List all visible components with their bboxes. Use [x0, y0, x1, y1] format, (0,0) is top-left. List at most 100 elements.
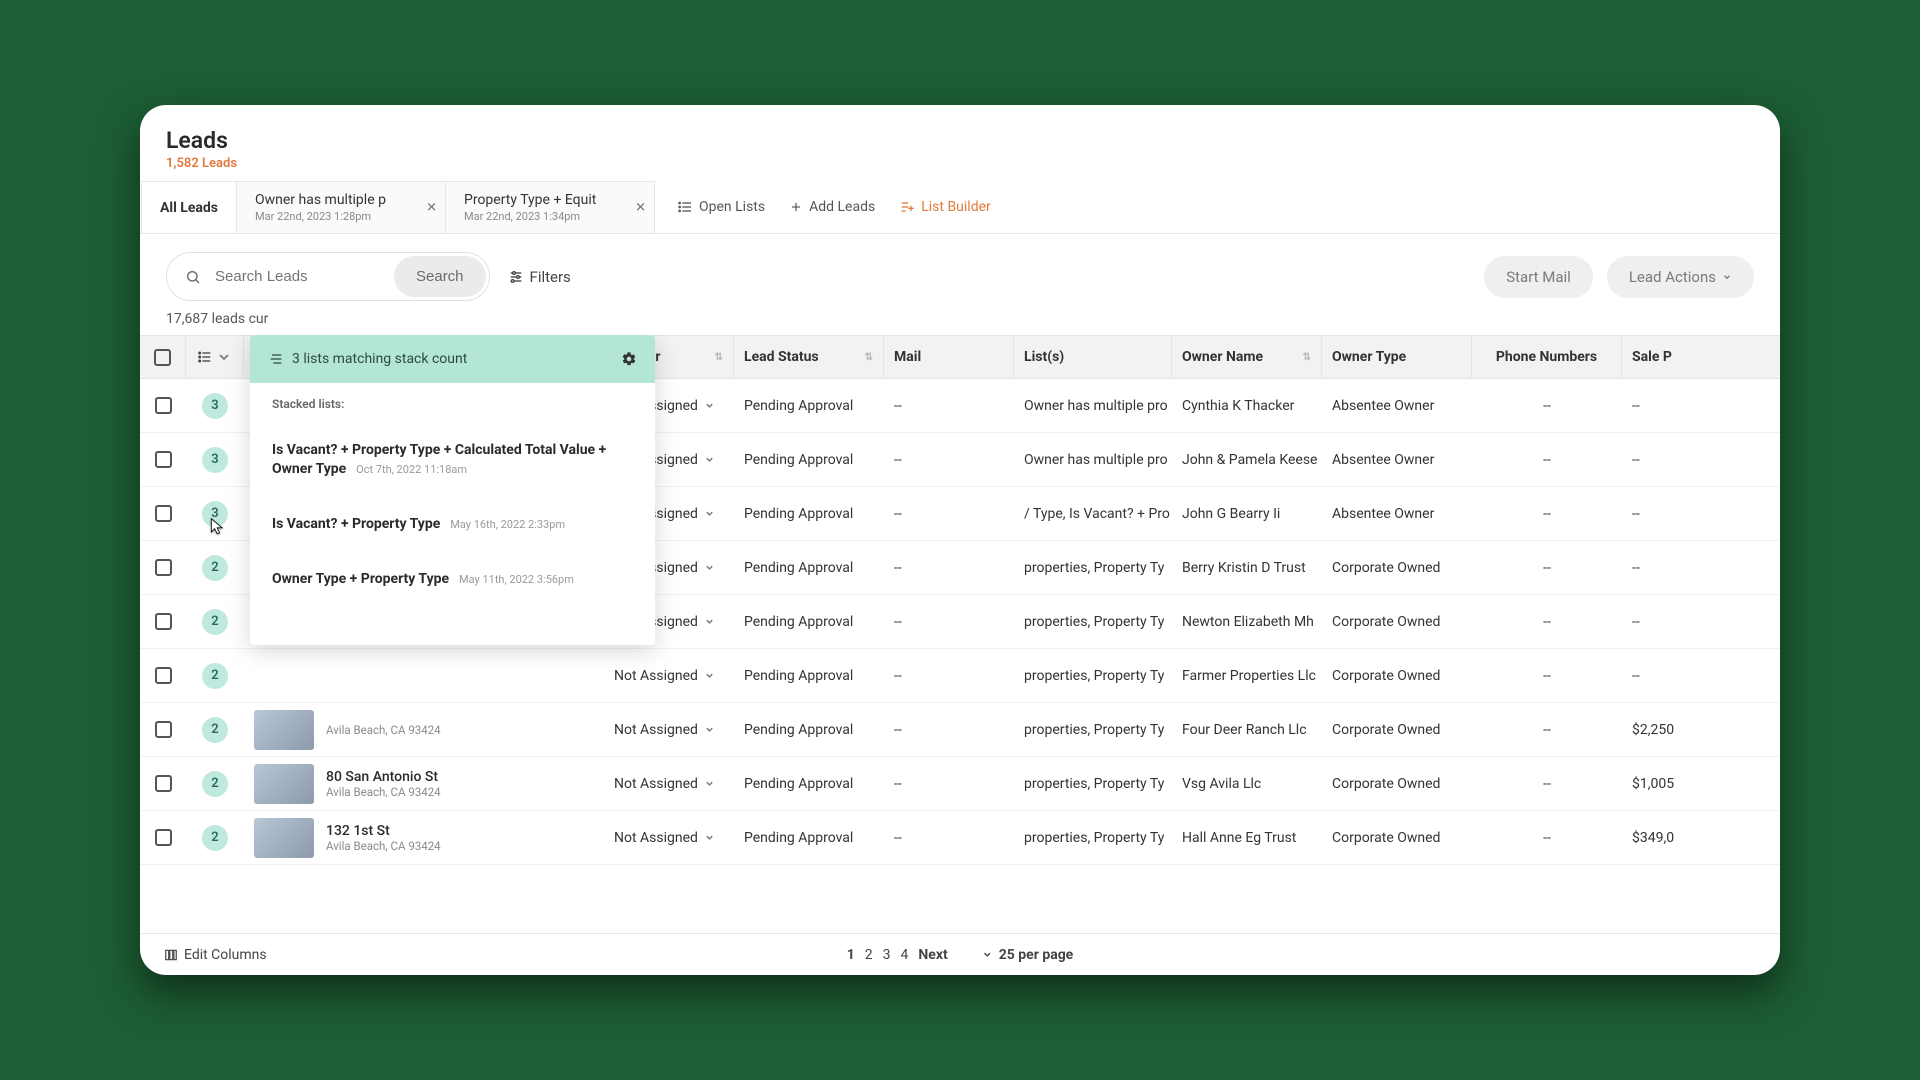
sale-value: $1,005	[1632, 776, 1674, 792]
stack-badge[interactable]: 2	[202, 609, 228, 635]
table-row[interactable]: 2 132 1st StAvila Beach, CA 93424 Not As…	[140, 811, 1780, 865]
col-phone[interactable]: Phone Numbers	[1496, 349, 1597, 365]
page-2[interactable]: 2	[865, 947, 873, 963]
search-button[interactable]: Search	[394, 256, 486, 297]
sale-value: $349,0	[1632, 830, 1674, 846]
start-mail-button[interactable]: Start Mail	[1484, 256, 1593, 298]
sort-icon[interactable]: ⇅	[715, 352, 723, 363]
table-row[interactable]: 2 Avila Beach, CA 93424 Not Assigned Pen…	[140, 703, 1780, 757]
row-checkbox[interactable]	[155, 667, 172, 684]
list-icon	[268, 351, 284, 367]
stack-column-header[interactable]	[197, 349, 232, 365]
owner-type-value: Corporate Owned	[1332, 776, 1440, 792]
open-lists-action[interactable]: Open Lists	[677, 199, 765, 215]
tab-2[interactable]: Property Type + Equit Mar 22nd, 2023 1:3…	[445, 181, 655, 233]
edit-columns-button[interactable]: Edit Columns	[164, 947, 267, 963]
pagination: 1 2 3 4 Next 25 per page	[847, 947, 1074, 963]
chevron-down-icon[interactable]	[704, 616, 715, 627]
row-checkbox[interactable]	[155, 829, 172, 846]
stack-badge[interactable]: 2	[202, 825, 228, 851]
col-lead-status[interactable]: Lead Status	[744, 349, 819, 365]
stack-badge[interactable]: 2	[202, 555, 228, 581]
stack-badge[interactable]: 2	[202, 663, 228, 689]
list-icon	[197, 349, 213, 365]
tab-0[interactable]: All Leads	[141, 181, 237, 233]
tab-1[interactable]: Owner has multiple p Mar 22nd, 2023 1:28…	[236, 181, 446, 233]
row-checkbox[interactable]	[155, 505, 172, 522]
property-city: Avila Beach, CA 93424	[326, 839, 441, 853]
page-4[interactable]: 4	[901, 947, 909, 963]
next-page[interactable]: Next	[918, 947, 947, 963]
row-checkbox[interactable]	[155, 559, 172, 576]
tab-timestamp: Mar 22nd, 2023 1:28pm	[255, 210, 411, 223]
page-1[interactable]: 1	[847, 947, 855, 963]
table-row[interactable]: 2 80 San Antonio StAvila Beach, CA 93424…	[140, 757, 1780, 811]
chevron-down-icon[interactable]	[704, 670, 715, 681]
stacked-list-item[interactable]: Is Vacant? + Property Type May 16th, 202…	[272, 495, 633, 550]
phone-value: --	[1543, 506, 1551, 522]
lead-status-value: Pending Approval	[744, 452, 853, 468]
chevron-down-icon[interactable]	[704, 778, 715, 789]
chevron-down-icon	[982, 949, 993, 960]
lead-owner-value[interactable]: Not Assigned	[614, 776, 698, 792]
list-builder-action[interactable]: List Builder	[899, 199, 991, 215]
list-name: Is Vacant? + Property Type	[272, 516, 440, 532]
property-cell[interactable]: Avila Beach, CA 93424	[254, 710, 441, 750]
property-thumb	[254, 710, 314, 750]
filters-button[interactable]: Filters	[508, 268, 571, 286]
chevron-down-icon[interactable]	[704, 400, 715, 411]
tab-label: Owner has multiple p	[255, 192, 411, 208]
search-input[interactable]	[211, 256, 391, 297]
lead-actions-button[interactable]: Lead Actions	[1607, 256, 1754, 298]
lead-status-value: Pending Approval	[744, 398, 853, 414]
stack-badge[interactable]: 3	[202, 393, 228, 419]
chevron-down-icon[interactable]	[704, 724, 715, 735]
col-mail[interactable]: Mail	[894, 349, 921, 365]
toolbar: Search Filters Start Mail Lead Actions	[140, 234, 1780, 311]
close-icon[interactable]: ✕	[426, 200, 437, 215]
add-leads-action[interactable]: Add Leads	[789, 199, 875, 215]
lists-value: properties, Property Ty	[1024, 668, 1164, 684]
search-icon	[167, 269, 211, 285]
mail-value: --	[894, 830, 902, 846]
row-checkbox[interactable]	[155, 397, 172, 414]
stack-badge[interactable]: 3	[202, 447, 228, 473]
col-owner-name[interactable]: Owner Name	[1182, 349, 1263, 365]
col-sale[interactable]: Sale P	[1632, 349, 1672, 365]
lead-owner-value[interactable]: Not Assigned	[614, 722, 698, 738]
col-owner-type[interactable]: Owner Type	[1332, 349, 1406, 365]
property-cell[interactable]: 132 1st StAvila Beach, CA 93424	[254, 818, 441, 858]
chevron-down-icon[interactable]	[704, 832, 715, 843]
sort-icon[interactable]: ⇅	[1303, 352, 1311, 363]
chevron-down-icon[interactable]	[704, 562, 715, 573]
sale-value: --	[1632, 398, 1640, 414]
chevron-down-icon[interactable]	[704, 454, 715, 465]
list-icon	[677, 199, 693, 215]
table-row[interactable]: 2 Not Assigned Pending Approval -- prope…	[140, 649, 1780, 703]
row-checkbox[interactable]	[155, 775, 172, 792]
lead-owner-value[interactable]: Not Assigned	[614, 830, 698, 846]
list-date: Oct 7th, 2022 11:18am	[356, 463, 467, 476]
lead-owner-value[interactable]: Not Assigned	[614, 668, 698, 684]
stack-badge[interactable]: 2	[202, 771, 228, 797]
select-all-checkbox[interactable]	[154, 349, 171, 366]
page-3[interactable]: 3	[883, 947, 891, 963]
phone-value: --	[1543, 830, 1551, 846]
close-icon[interactable]: ✕	[635, 200, 646, 215]
per-page-select[interactable]: 25 per page	[982, 947, 1074, 963]
chevron-down-icon[interactable]	[704, 508, 715, 519]
stacked-list-item[interactable]: Owner Type + Property Type May 11th, 202…	[272, 550, 633, 605]
property-thumb	[254, 818, 314, 858]
stacked-list-item[interactable]: Is Vacant? + Property Type + Calculated …	[272, 421, 633, 495]
col-lists[interactable]: List(s)	[1024, 349, 1064, 365]
stack-badge[interactable]: 3	[202, 501, 228, 527]
stack-badge[interactable]: 2	[202, 717, 228, 743]
row-checkbox[interactable]	[155, 721, 172, 738]
property-cell[interactable]: 80 San Antonio StAvila Beach, CA 93424	[254, 764, 441, 804]
row-checkbox[interactable]	[155, 613, 172, 630]
gear-icon[interactable]	[621, 351, 637, 367]
sort-icon[interactable]: ⇅	[865, 352, 873, 363]
row-checkbox[interactable]	[155, 451, 172, 468]
lead-status-value: Pending Approval	[744, 668, 853, 684]
phone-value: --	[1543, 668, 1551, 684]
